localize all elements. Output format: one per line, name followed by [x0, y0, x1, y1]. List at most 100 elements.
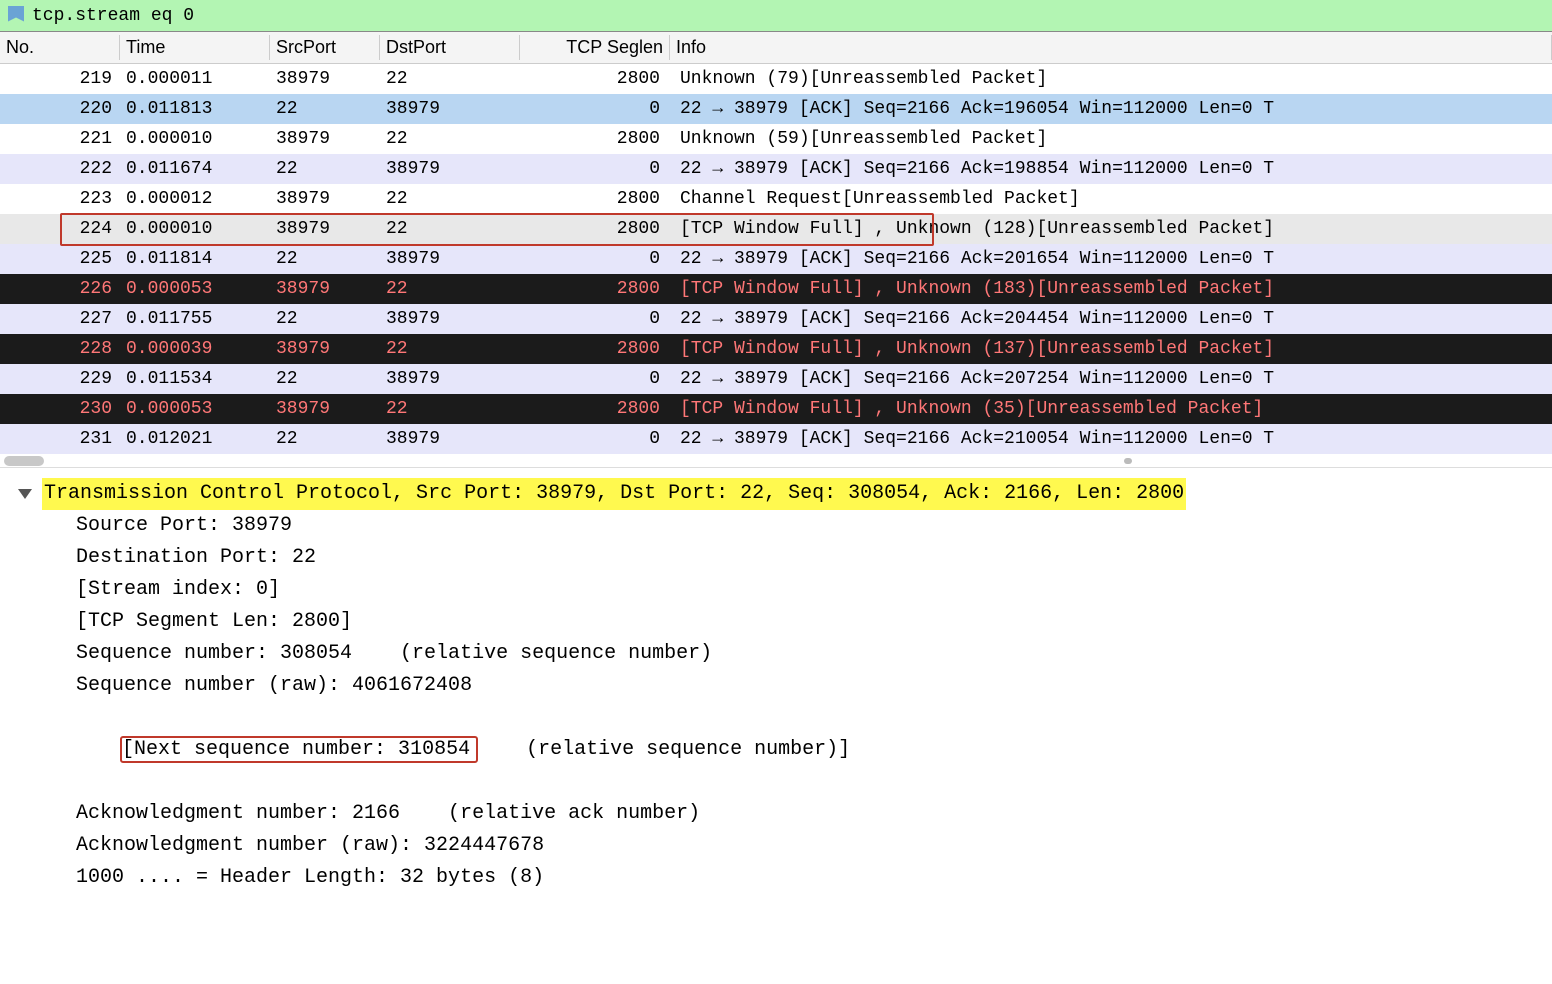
detail-ack-raw[interactable]: Acknowledgment number (raw): 3224447678 [18, 830, 1534, 862]
cell-srcport: 22 [270, 369, 380, 389]
cell-seglen: 0 [520, 99, 670, 119]
cell-no: 223 [0, 189, 120, 209]
packet-list: No. Time SrcPort DstPort TCP Seglen Info… [0, 32, 1552, 468]
cell-time: 0.000010 [120, 219, 270, 239]
cell-srcport: 38979 [270, 279, 380, 299]
cell-dstport: 38979 [380, 249, 520, 269]
cell-no: 221 [0, 129, 120, 149]
cell-dstport: 38979 [380, 369, 520, 389]
cell-info: 22 → 38979 [ACK] Seq=2166 Ack=196054 Win… [670, 99, 1552, 119]
cell-time: 0.012021 [120, 429, 270, 449]
detail-header-len[interactable]: 1000 .... = Header Length: 32 bytes (8) [18, 862, 1534, 894]
packet-row[interactable]: 2310.0120212238979022 → 38979 [ACK] Seq=… [0, 424, 1552, 454]
column-header-time[interactable]: Time [120, 35, 270, 60]
cell-seglen: 2800 [520, 399, 670, 419]
cell-seglen: 2800 [520, 129, 670, 149]
cell-no: 225 [0, 249, 120, 269]
packet-row[interactable]: 2280.00003938979222800[TCP Window Full] … [0, 334, 1552, 364]
packet-row[interactable]: 2200.0118132238979022 → 38979 [ACK] Seq=… [0, 94, 1552, 124]
bookmark-icon[interactable] [8, 6, 24, 26]
cell-no: 226 [0, 279, 120, 299]
cell-info: 22 → 38979 [ACK] Seq=2166 Ack=198854 Win… [670, 159, 1552, 179]
cell-dstport: 38979 [380, 159, 520, 179]
cell-no: 229 [0, 369, 120, 389]
cell-info: [TCP Window Full] , Unknown (35)[Unreass… [670, 399, 1552, 419]
tcp-header-line[interactable]: Transmission Control Protocol, Src Port:… [42, 478, 1186, 510]
packet-row[interactable]: 2270.0117552238979022 → 38979 [ACK] Seq=… [0, 304, 1552, 334]
cell-info: 22 → 38979 [ACK] Seq=2166 Ack=204454 Win… [670, 309, 1552, 329]
cell-seglen: 2800 [520, 219, 670, 239]
cell-no: 222 [0, 159, 120, 179]
cell-dstport: 22 [380, 219, 520, 239]
tree-toggle-icon[interactable] [18, 489, 32, 499]
cell-seglen: 0 [520, 369, 670, 389]
cell-srcport: 38979 [270, 339, 380, 359]
column-header-srcport[interactable]: SrcPort [270, 35, 380, 60]
packet-row[interactable]: 2260.00005338979222800[TCP Window Full] … [0, 274, 1552, 304]
packet-details-pane: Transmission Control Protocol, Src Port:… [0, 468, 1552, 904]
detail-seq-raw[interactable]: Sequence number (raw): 4061672408 [18, 670, 1534, 702]
column-header-info[interactable]: Info [670, 35, 1552, 60]
cell-info: 22 → 38979 [ACK] Seq=2166 Ack=210054 Win… [670, 429, 1552, 449]
detail-seq-number[interactable]: Sequence number: 308054 (relative sequen… [18, 638, 1534, 670]
display-filter-bar [0, 0, 1552, 32]
cell-dstport: 22 [380, 399, 520, 419]
packet-row[interactable]: 2300.00005338979222800[TCP Window Full] … [0, 394, 1552, 424]
cell-dstport: 38979 [380, 99, 520, 119]
cell-srcport: 22 [270, 309, 380, 329]
cell-info: Unknown (79)[Unreassembled Packet] [670, 69, 1552, 89]
packet-row[interactable]: 2250.0118142238979022 → 38979 [ACK] Seq=… [0, 244, 1552, 274]
cell-info: 22 → 38979 [ACK] Seq=2166 Ack=207254 Win… [670, 369, 1552, 389]
cell-srcport: 22 [270, 159, 380, 179]
cell-no: 219 [0, 69, 120, 89]
cell-dstport: 22 [380, 69, 520, 89]
detail-next-seq[interactable]: [Next sequence number: 310854 (relative … [18, 702, 1534, 798]
column-header-seglen[interactable]: TCP Seglen [520, 35, 670, 60]
cell-time: 0.000012 [120, 189, 270, 209]
packet-row[interactable]: 2210.00001038979222800Unknown (59)[Unrea… [0, 124, 1552, 154]
cell-srcport: 38979 [270, 399, 380, 419]
packet-row[interactable]: 2190.00001138979222800Unknown (79)[Unrea… [0, 64, 1552, 94]
cell-info: Channel Request[Unreassembled Packet] [670, 189, 1552, 209]
detail-stream-index[interactable]: [Stream index: 0] [18, 574, 1534, 606]
detail-ack-number[interactable]: Acknowledgment number: 2166 (relative ac… [18, 798, 1534, 830]
display-filter-input[interactable] [32, 6, 1544, 26]
scrollbar-thumb[interactable] [4, 456, 44, 466]
cell-info: [TCP Window Full] , Unknown (137)[Unreas… [670, 339, 1552, 359]
cell-seglen: 2800 [520, 69, 670, 89]
protocol-tree-header[interactable]: Transmission Control Protocol, Src Port:… [18, 478, 1534, 510]
detail-segment-len[interactable]: [TCP Segment Len: 2800] [18, 606, 1534, 638]
cell-srcport: 22 [270, 429, 380, 449]
column-header-dstport[interactable]: DstPort [380, 35, 520, 60]
cell-seglen: 2800 [520, 189, 670, 209]
detail-dest-port[interactable]: Destination Port: 22 [18, 542, 1534, 574]
cell-time: 0.011813 [120, 99, 270, 119]
cell-info: [TCP Window Full] , Unknown (183)[Unreas… [670, 279, 1552, 299]
packet-row[interactable]: 2240.00001038979222800[TCP Window Full] … [0, 214, 1552, 244]
cell-no: 230 [0, 399, 120, 419]
packet-row[interactable]: 2290.0115342238979022 → 38979 [ACK] Seq=… [0, 364, 1552, 394]
cell-time: 0.000010 [120, 129, 270, 149]
cell-no: 227 [0, 309, 120, 329]
cell-dstport: 22 [380, 339, 520, 359]
scrollbar-marker [1124, 458, 1132, 464]
cell-srcport: 38979 [270, 129, 380, 149]
cell-no: 228 [0, 339, 120, 359]
column-header-no[interactable]: No. [0, 35, 120, 60]
cell-srcport: 38979 [270, 69, 380, 89]
cell-seglen: 0 [520, 309, 670, 329]
cell-time: 0.011755 [120, 309, 270, 329]
cell-srcport: 38979 [270, 219, 380, 239]
next-seq-tail: (relative sequence number)] [478, 738, 850, 761]
packet-row[interactable]: 2230.00001238979222800Channel Request[Un… [0, 184, 1552, 214]
horizontal-scrollbar[interactable] [0, 454, 1552, 468]
cell-srcport: 22 [270, 99, 380, 119]
cell-info: 22 → 38979 [ACK] Seq=2166 Ack=201654 Win… [670, 249, 1552, 269]
cell-info: [TCP Window Full] , Unknown (128)[Unreas… [670, 219, 1552, 239]
packet-row[interactable]: 2220.0116742238979022 → 38979 [ACK] Seq=… [0, 154, 1552, 184]
detail-source-port[interactable]: Source Port: 38979 [18, 510, 1534, 542]
cell-time: 0.000053 [120, 279, 270, 299]
cell-dstport: 38979 [380, 309, 520, 329]
packet-rows: 2190.00001138979222800Unknown (79)[Unrea… [0, 64, 1552, 454]
cell-dstport: 38979 [380, 429, 520, 449]
